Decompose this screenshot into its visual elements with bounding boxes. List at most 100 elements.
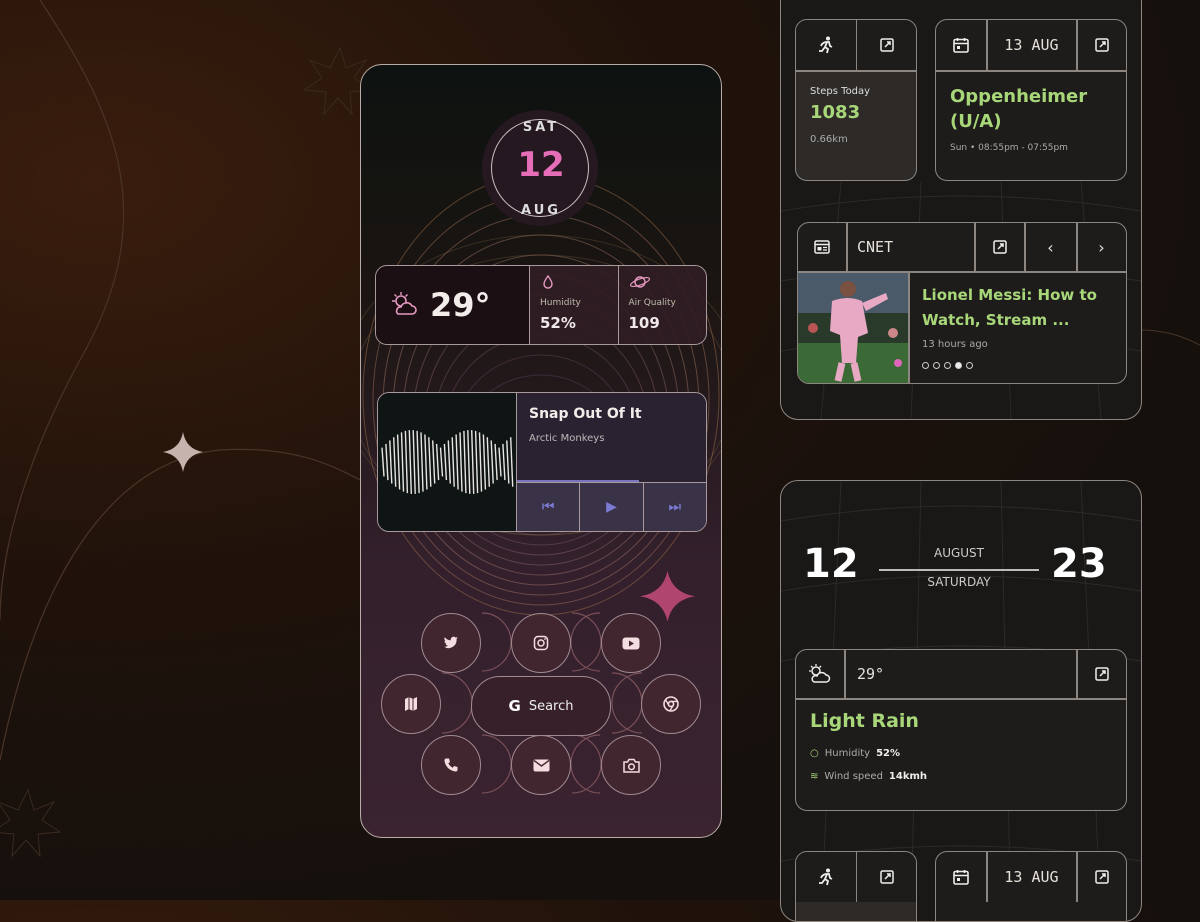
event-open-button[interactable]: [1077, 20, 1126, 70]
phone-homescreen: SAT 12 AUG 29° Humidity 52% Air Quality …: [360, 64, 722, 838]
humidity-row: ○ Humidity 52%: [810, 748, 900, 759]
news-pager-dots[interactable]: [922, 362, 973, 369]
camera-icon: [622, 758, 640, 773]
event-time: Sun • 08:55pm - 07:55pm: [950, 143, 1068, 153]
chrome-app[interactable]: [641, 674, 701, 734]
track-artist: Arctic Monkeys: [529, 433, 605, 444]
news-source: CNET: [857, 238, 894, 256]
camera-app[interactable]: [601, 735, 661, 795]
steps-open-button[interactable]: [857, 852, 916, 902]
steps-widget[interactable]: Steps Today 1083 0.66km: [795, 19, 917, 181]
weather-detail-widget[interactable]: 29° Light Rain ○ Humidity 52% ≋ Wind spe…: [795, 649, 1127, 811]
waveform-bar: [439, 447, 444, 477]
instagram-icon: [533, 635, 549, 651]
phone-icon: [444, 758, 458, 772]
event-open-button[interactable]: [1077, 852, 1126, 902]
weather-main: 29°: [376, 266, 530, 344]
next-button[interactable]: ⏭: [643, 483, 706, 531]
pager-dot[interactable]: [933, 362, 940, 369]
instagram-app[interactable]: [511, 613, 571, 673]
running-icon: [819, 36, 833, 54]
waveform-bar: [463, 430, 467, 494]
waveform: [378, 393, 517, 531]
weather-icon-cell: [796, 650, 844, 698]
waveform-bar: [467, 430, 471, 494]
wind-label: Wind speed: [824, 771, 883, 782]
external-link-icon: [1094, 38, 1109, 52]
news-open-button[interactable]: [975, 223, 1024, 271]
waveform-bar: [420, 432, 424, 492]
cloud-sun-icon: [392, 292, 417, 315]
news-prev-button[interactable]: ‹: [1025, 223, 1076, 271]
external-link-icon: [1094, 870, 1109, 884]
music-player[interactable]: Snap Out Of It Arctic Monkeys ⏮ ▶ ⏭: [377, 392, 707, 532]
waveform-bar: [428, 437, 432, 487]
month: AUG: [521, 203, 561, 218]
waveform-bar: [447, 440, 451, 484]
player-controls: ⏮ ▶ ⏭: [517, 482, 706, 531]
chevron-left-icon: ‹: [1047, 237, 1054, 257]
weather-open-button[interactable]: [1077, 650, 1126, 698]
day-number: 12: [517, 145, 565, 185]
event-date: 13 AUG: [1004, 868, 1059, 886]
external-link-icon: [879, 38, 894, 52]
waveform-bar: [474, 430, 479, 494]
play-button[interactable]: ▶: [580, 483, 644, 531]
maps-app[interactable]: [381, 674, 441, 734]
pager-dot[interactable]: [955, 362, 962, 369]
youtube-app[interactable]: [601, 613, 661, 673]
waveform-bar: [498, 447, 502, 477]
weather-widget[interactable]: 29° Humidity 52% Air Quality 109: [375, 265, 707, 345]
waveform-bar: [451, 437, 455, 487]
waveform-bar: [435, 443, 440, 481]
waveform-bar: [385, 443, 389, 481]
news-thumbnail[interactable]: [798, 272, 908, 384]
external-link-icon: [992, 240, 1007, 254]
twitter-icon: [444, 636, 458, 649]
date-day: 12: [803, 541, 859, 587]
waveform-bar: [478, 432, 483, 492]
mail-app[interactable]: [511, 735, 571, 795]
news-next-button[interactable]: ›: [1077, 223, 1126, 271]
calendar-event-widget[interactable]: 13 AUG Oppenheimer (U/A) Sun • 08:55pm -…: [935, 19, 1127, 181]
steps-open-button[interactable]: [857, 20, 916, 70]
twitter-app[interactable]: [421, 613, 481, 673]
chevron-right-icon: ›: [1098, 237, 1105, 257]
phone-app[interactable]: [421, 735, 481, 795]
mail-icon: [533, 759, 549, 771]
external-link-icon: [879, 870, 894, 884]
steps-distance: 0.66km: [810, 134, 848, 145]
waveform-bar: [412, 430, 416, 494]
droplet-icon: ○: [810, 748, 819, 759]
maps-icon: [405, 697, 417, 711]
steps-icon-cell: [796, 20, 856, 70]
waveform-bar: [494, 443, 498, 481]
waveform-bar: [408, 430, 412, 494]
cloud-sun-icon: [809, 664, 831, 683]
previous-button[interactable]: ⏮: [517, 483, 581, 531]
waveform-bar: [510, 437, 514, 487]
humidity-value: 52%: [876, 748, 901, 759]
pager-dot[interactable]: [922, 362, 929, 369]
waveform-bar: [502, 443, 506, 481]
search-label: Search: [528, 698, 574, 714]
sparkle-icon: [163, 432, 203, 472]
pager-dot[interactable]: [944, 362, 951, 369]
google-search-bar[interactable]: G Search: [471, 676, 611, 736]
running-icon: [819, 868, 833, 886]
event-title: Oppenheimer (U/A): [950, 86, 1088, 132]
waveform-bar: [459, 432, 463, 492]
waveform-bar: [471, 430, 475, 494]
calendar-event-widget-2[interactable]: 13 AUG: [935, 851, 1127, 921]
waveform-bar: [432, 440, 436, 484]
pager-dot[interactable]: [966, 362, 973, 369]
wind-value: 14kmh: [888, 771, 928, 782]
widget-card-top: Steps Today 1083 0.66km 13 AUG Oppenheim…: [780, 0, 1142, 420]
news-age: 13 hours ago: [922, 339, 988, 350]
news-widget[interactable]: CNET ‹ › Lionel Messi: How to Watch, Str…: [797, 222, 1127, 384]
skip-next-icon: ⏭: [668, 499, 682, 515]
steps-widget-2[interactable]: [795, 851, 917, 921]
humidity-label: Humidity: [540, 298, 581, 308]
droplet-icon: [543, 274, 553, 289]
date-year: 23: [1051, 541, 1107, 587]
